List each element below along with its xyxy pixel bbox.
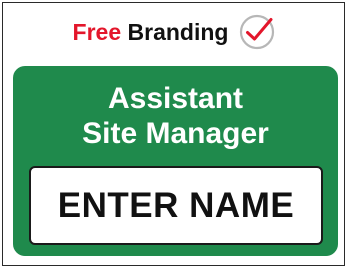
free-label: Free bbox=[72, 18, 122, 45]
sign-title-line-1: Assistant bbox=[107, 82, 244, 115]
name-placeholder: ENTER NAME bbox=[57, 185, 295, 225]
checkmark-circle-icon bbox=[240, 14, 275, 50]
sign-panel: Assistant Site Manager ENTER NAME bbox=[13, 66, 338, 256]
free-branding-banner: Free Branding bbox=[0, 10, 349, 54]
name-field[interactable]: ENTER NAME bbox=[29, 166, 323, 245]
branding-label: Branding bbox=[127, 18, 229, 45]
sign-title-line-2: Site Manager bbox=[82, 117, 269, 150]
branding-text: Free Branding bbox=[73, 19, 229, 46]
